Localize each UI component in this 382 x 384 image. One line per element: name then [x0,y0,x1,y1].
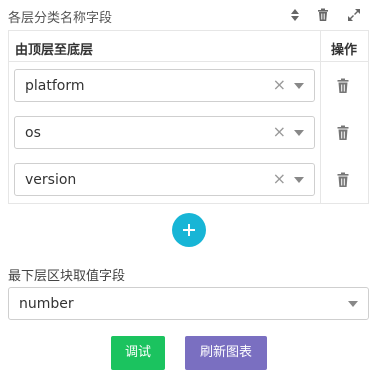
clear-icon[interactable]: × [273,76,286,94]
level-select-value: os [25,125,41,141]
column-header-ops: 操作 [331,43,358,58]
table-row: version × [9,156,320,202]
clear-icon[interactable]: × [273,170,286,188]
level-select[interactable]: version × [14,163,315,196]
level-select-value: platform [25,78,85,94]
panel-title: 各层分类名称字段 [8,11,113,26]
chevron-down-icon[interactable] [294,83,304,89]
trash-icon[interactable] [316,8,330,22]
delete-row-icon[interactable] [336,172,350,188]
table-row: platform × [9,62,320,108]
delete-row-icon[interactable] [336,125,350,141]
delete-row-icon[interactable] [336,78,350,94]
chevron-down-icon[interactable] [294,130,304,136]
refresh-chart-button[interactable]: 刷新图表 [185,336,267,370]
level-select-value: version [25,172,77,188]
add-level-button[interactable] [172,213,206,247]
levels-table: 由顶层至底层 操作 platform × os × version × [8,30,369,204]
bottom-field-value: number [19,296,74,312]
bottom-field-select[interactable]: number [8,287,369,320]
debug-button[interactable]: 调试 [111,336,165,370]
level-select[interactable]: platform × [14,69,315,102]
table-header: 由顶层至底层 操作 [9,31,368,62]
chevron-down-icon[interactable] [348,301,358,307]
chevron-down-icon[interactable] [294,177,304,183]
column-divider [320,31,321,203]
bottom-field-label: 最下层区块取值字段 [8,269,126,284]
clear-icon[interactable]: × [273,123,286,141]
panel-header: 各层分类名称字段 [8,6,374,26]
column-header-levels: 由顶层至底层 [15,43,94,58]
sort-icon[interactable] [288,8,302,22]
level-select[interactable]: os × [14,116,315,149]
expand-icon[interactable] [347,8,361,22]
table-row: os × [9,109,320,155]
